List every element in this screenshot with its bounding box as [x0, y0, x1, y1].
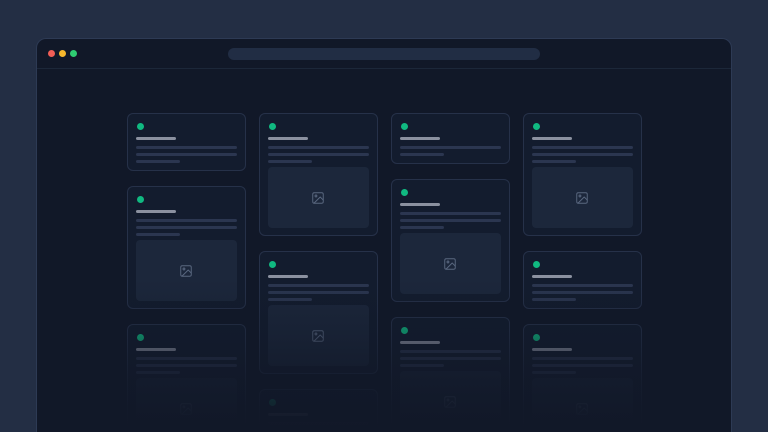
skeleton-title-line [400, 203, 440, 206]
feed-card[interactable] [391, 179, 510, 302]
skeleton-title-line [400, 341, 440, 344]
image-icon [575, 191, 589, 205]
skeleton-text-line [268, 146, 369, 149]
image-placeholder [400, 371, 501, 432]
skeleton-title-line [136, 348, 176, 351]
image-placeholder [268, 167, 369, 228]
image-icon [311, 329, 325, 343]
feed-card[interactable] [127, 113, 246, 171]
image-placeholder [268, 305, 369, 366]
skeleton-text-line [532, 153, 633, 156]
feed-card[interactable] [523, 324, 642, 432]
status-dot [137, 123, 144, 130]
close-window-button[interactable] [48, 50, 55, 57]
status-dot [533, 261, 540, 268]
status-dot [269, 261, 276, 268]
grid-column-3 [391, 113, 510, 432]
skeleton-text-line [400, 212, 501, 215]
skeleton-text-line [136, 146, 237, 149]
status-dot [269, 399, 276, 406]
skeleton-text-line [532, 160, 576, 163]
feed-card[interactable] [391, 317, 510, 432]
skeleton-text-line [136, 357, 237, 360]
status-dot [137, 196, 144, 203]
skeleton-text-line [136, 364, 237, 367]
image-placeholder [136, 378, 237, 432]
skeleton-text-line [532, 298, 576, 301]
minimize-window-button[interactable] [59, 50, 66, 57]
skeleton-text-line [268, 284, 369, 287]
skeleton-text-line [268, 422, 369, 425]
image-placeholder [532, 378, 633, 432]
skeleton-text-line [532, 284, 633, 287]
skeleton-title-line [532, 348, 572, 351]
skeleton-text-line [532, 146, 633, 149]
image-icon [179, 264, 193, 278]
grid-column-1 [127, 113, 246, 432]
skeleton-title-line [268, 137, 308, 140]
status-dot [533, 334, 540, 341]
skeleton-text-line [400, 226, 444, 229]
skeleton-title-line [532, 275, 572, 278]
skeleton-text-line [136, 226, 237, 229]
image-placeholder [400, 233, 501, 294]
maximize-window-button[interactable] [70, 50, 77, 57]
desktop-background [0, 0, 768, 432]
image-icon [575, 402, 589, 416]
browser-window [36, 38, 732, 432]
browser-titlebar [37, 39, 731, 69]
status-dot [533, 123, 540, 130]
skeleton-text-line [268, 160, 312, 163]
address-bar[interactable] [228, 48, 540, 60]
skeleton-text-line [136, 233, 180, 236]
skeleton-title-line [268, 275, 308, 278]
image-icon [179, 402, 193, 416]
skeleton-text-line [268, 291, 369, 294]
status-dot [401, 123, 408, 130]
window-controls [48, 50, 77, 57]
feed-card[interactable] [259, 389, 378, 432]
skeleton-text-line [400, 219, 501, 222]
skeleton-text-line [532, 357, 633, 360]
card-grid [127, 113, 642, 432]
skeleton-text-line [136, 153, 237, 156]
skeleton-title-line [136, 137, 176, 140]
image-placeholder [532, 167, 633, 228]
status-dot [401, 189, 408, 196]
feed-card[interactable] [127, 186, 246, 309]
status-dot [269, 123, 276, 130]
skeleton-title-line [136, 210, 176, 213]
skeleton-text-line [136, 160, 180, 163]
image-icon [443, 257, 457, 271]
skeleton-text-line [532, 371, 576, 374]
skeleton-title-line [268, 413, 308, 416]
skeleton-text-line [400, 350, 501, 353]
skeleton-text-line [400, 357, 501, 360]
image-icon [311, 191, 325, 205]
feed-card[interactable] [259, 251, 378, 374]
grid-column-4 [523, 113, 642, 432]
feed-card[interactable] [523, 113, 642, 236]
feed-card[interactable] [523, 251, 642, 309]
skeleton-text-line [400, 146, 501, 149]
feed-card[interactable] [391, 113, 510, 164]
skeleton-title-line [400, 137, 440, 140]
browser-content [37, 69, 731, 432]
skeleton-text-line [400, 153, 444, 156]
feed-card[interactable] [259, 113, 378, 236]
status-dot [137, 334, 144, 341]
skeleton-title-line [532, 137, 572, 140]
skeleton-text-line [400, 364, 444, 367]
skeleton-text-line [136, 219, 237, 222]
skeleton-text-line [268, 153, 369, 156]
feed-card[interactable] [127, 324, 246, 432]
image-icon [443, 395, 457, 409]
image-placeholder [136, 240, 237, 301]
grid-column-2 [259, 113, 378, 432]
status-dot [401, 327, 408, 334]
skeleton-text-line [532, 291, 633, 294]
skeleton-text-line [136, 371, 180, 374]
skeleton-text-line [268, 298, 312, 301]
skeleton-text-line [532, 364, 633, 367]
